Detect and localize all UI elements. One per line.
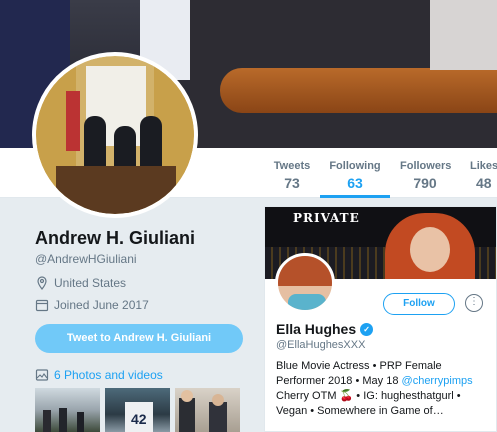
card-banner-logo: PRIVATE bbox=[293, 211, 360, 225]
location-pin-icon bbox=[37, 276, 47, 290]
profile-avatar[interactable] bbox=[32, 52, 198, 218]
banner-table bbox=[220, 68, 497, 113]
tweet-to-button[interactable]: Tweet to Andrew H. Giuliani bbox=[35, 324, 243, 353]
tab-followers-label: Followers bbox=[400, 160, 452, 172]
media-thumbnail[interactable] bbox=[35, 388, 100, 432]
card-bio: Blue Movie Actress • PRP Female Performe… bbox=[276, 359, 491, 419]
card-bio-text-2: Cherry OTM 🍒 • IG: hughesthatgurl • Vega… bbox=[276, 390, 461, 417]
image-icon bbox=[35, 369, 49, 381]
tab-likes-count: 48 bbox=[476, 175, 492, 191]
card-name[interactable]: Ella Hughes ✓ bbox=[276, 321, 374, 337]
card-avatar-body bbox=[288, 294, 326, 310]
media-thumbnail-art bbox=[43, 408, 84, 432]
follow-button[interactable]: Follow bbox=[383, 293, 455, 315]
photos-videos-link[interactable]: 6 Photos and videos bbox=[35, 368, 163, 382]
card-handle: @EllaHughesXXX bbox=[276, 339, 366, 351]
tab-followers-count: 790 bbox=[413, 175, 437, 191]
svg-text:42: 42 bbox=[131, 411, 147, 427]
media-thumbnail[interactable]: 42 bbox=[105, 388, 170, 432]
tab-tweets-count: 73 bbox=[284, 175, 300, 191]
profile-joined-text: Joined June 2017 bbox=[54, 298, 149, 312]
tab-following-label: Following bbox=[329, 160, 381, 172]
media-thumbnail[interactable] bbox=[175, 388, 240, 432]
media-thumbnail-art: 42 bbox=[125, 402, 153, 432]
avatar-photo bbox=[36, 56, 194, 214]
calendar-icon bbox=[35, 299, 49, 312]
verified-badge-icon: ✓ bbox=[360, 322, 374, 336]
tab-followers[interactable]: Followers 790 bbox=[400, 148, 452, 198]
card-banner-face bbox=[410, 227, 450, 272]
banner-right-light bbox=[430, 0, 497, 70]
tab-following-count: 63 bbox=[347, 175, 363, 191]
tab-tweets-label: Tweets bbox=[273, 160, 311, 172]
user-card-ella-hughes[interactable]: PRIVATE Follow ⋮ Ella Hughes ✓ @EllaHugh… bbox=[264, 206, 497, 432]
profile-name: Andrew H. Giuliani bbox=[35, 228, 196, 248]
avatar-flag bbox=[66, 91, 80, 151]
active-tab-underline bbox=[320, 195, 390, 198]
more-dots-icon[interactable]: ⋮ bbox=[465, 294, 483, 312]
tab-likes-label: Likes bbox=[470, 160, 497, 172]
tab-likes[interactable]: Likes 48 bbox=[470, 148, 497, 198]
media-thumbnail-art bbox=[179, 390, 227, 432]
tab-tweets[interactable]: Tweets 73 bbox=[272, 148, 312, 198]
profile-joined: Joined June 2017 bbox=[35, 298, 149, 312]
card-avatar-hair bbox=[278, 256, 332, 286]
tab-following[interactable]: Following 63 bbox=[320, 148, 390, 198]
card-name-text: Ella Hughes bbox=[276, 321, 357, 337]
photos-videos-label: 6 Photos and videos bbox=[54, 368, 163, 382]
profile-handle: @AndrewHGiuliani bbox=[35, 252, 137, 266]
avatar-desk bbox=[56, 166, 176, 214]
card-bio-mention-link[interactable]: @cherrypimps bbox=[402, 375, 473, 387]
profile-location: United States bbox=[35, 276, 126, 290]
profile-location-text: United States bbox=[54, 276, 127, 290]
card-avatar[interactable] bbox=[275, 253, 335, 313]
